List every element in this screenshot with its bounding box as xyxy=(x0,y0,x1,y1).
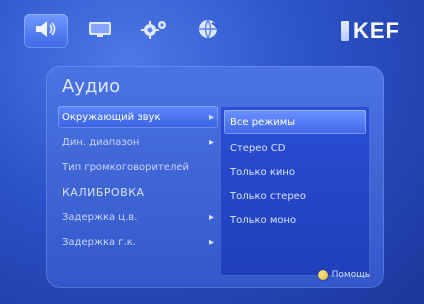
submenu-item-label: Все режимы xyxy=(230,116,296,128)
tab-network[interactable] xyxy=(186,14,230,48)
kef-logo-mark xyxy=(341,21,349,41)
help-label: Помощь xyxy=(331,270,370,280)
submenu-item-movie-only[interactable]: Только кино xyxy=(224,160,366,184)
help-icon xyxy=(317,270,328,280)
tab-display[interactable] xyxy=(78,14,122,48)
display-icon xyxy=(86,19,114,43)
menu-item-dynamic-range[interactable]: Дин. диапазон ▸ xyxy=(58,131,218,153)
menu-item-calibration[interactable]: КАЛИБРОВКА xyxy=(58,181,218,203)
help-hint[interactable]: Помощь xyxy=(317,270,370,280)
audio-menu: Окружающий звук ▸ Дин. диапазон ▸ Тип гр… xyxy=(58,106,218,256)
surround-submenu: Все режимы Стерео CD Только кино Только … xyxy=(220,106,370,276)
menu-item-center-delay[interactable]: Задержка ц.в. ▸ xyxy=(58,206,218,228)
menu-item-label: Дин. диапазон xyxy=(62,136,140,148)
chevron-right-icon: ▸ xyxy=(208,236,214,248)
tab-settings[interactable] xyxy=(132,14,176,48)
submenu-item-stereo-cd[interactable]: Стерео CD xyxy=(224,136,366,160)
panel-title: Аудио xyxy=(62,76,121,97)
menu-item-surround[interactable]: Окружающий звук ▸ xyxy=(58,106,218,128)
chevron-right-icon: ▸ xyxy=(208,111,214,123)
menu-item-label: Тип громкоговорителей xyxy=(62,161,189,173)
tab-audio[interactable] xyxy=(24,14,68,48)
brand-text: KEF xyxy=(353,18,400,43)
gear-icon xyxy=(139,18,169,44)
kef-logo: KEF xyxy=(341,18,400,44)
submenu-item-label: Стерео CD xyxy=(230,142,286,154)
audio-panel: Аудио Окружающий звук ▸ Дин. диапазон ▸ … xyxy=(46,66,384,288)
submenu-item-mono-only[interactable]: Только моно xyxy=(224,208,366,232)
submenu-item-label: Только стерео xyxy=(230,190,306,202)
chevron-right-icon: ▸ xyxy=(208,211,214,223)
submenu-item-stereo-only[interactable]: Только стерео xyxy=(224,184,366,208)
top-tab-bar: KEF xyxy=(24,8,408,54)
submenu-item-label: Только моно xyxy=(230,214,297,226)
menu-item-rear-delay[interactable]: Задержка г.к. ▸ xyxy=(58,231,218,253)
chevron-right-icon: ▸ xyxy=(208,136,214,148)
menu-item-label: Задержка ц.в. xyxy=(62,211,138,223)
globe-icon xyxy=(195,17,221,45)
speaker-icon xyxy=(33,18,59,44)
menu-item-label: Задержка г.к. xyxy=(62,236,136,248)
submenu-item-label: Только кино xyxy=(230,166,296,178)
menu-item-label: Окружающий звук xyxy=(62,111,161,123)
menu-item-speaker-type[interactable]: Тип громкоговорителей xyxy=(58,156,218,178)
menu-item-label: КАЛИБРОВКА xyxy=(62,185,145,199)
submenu-item-all-modes[interactable]: Все режимы xyxy=(224,110,366,134)
